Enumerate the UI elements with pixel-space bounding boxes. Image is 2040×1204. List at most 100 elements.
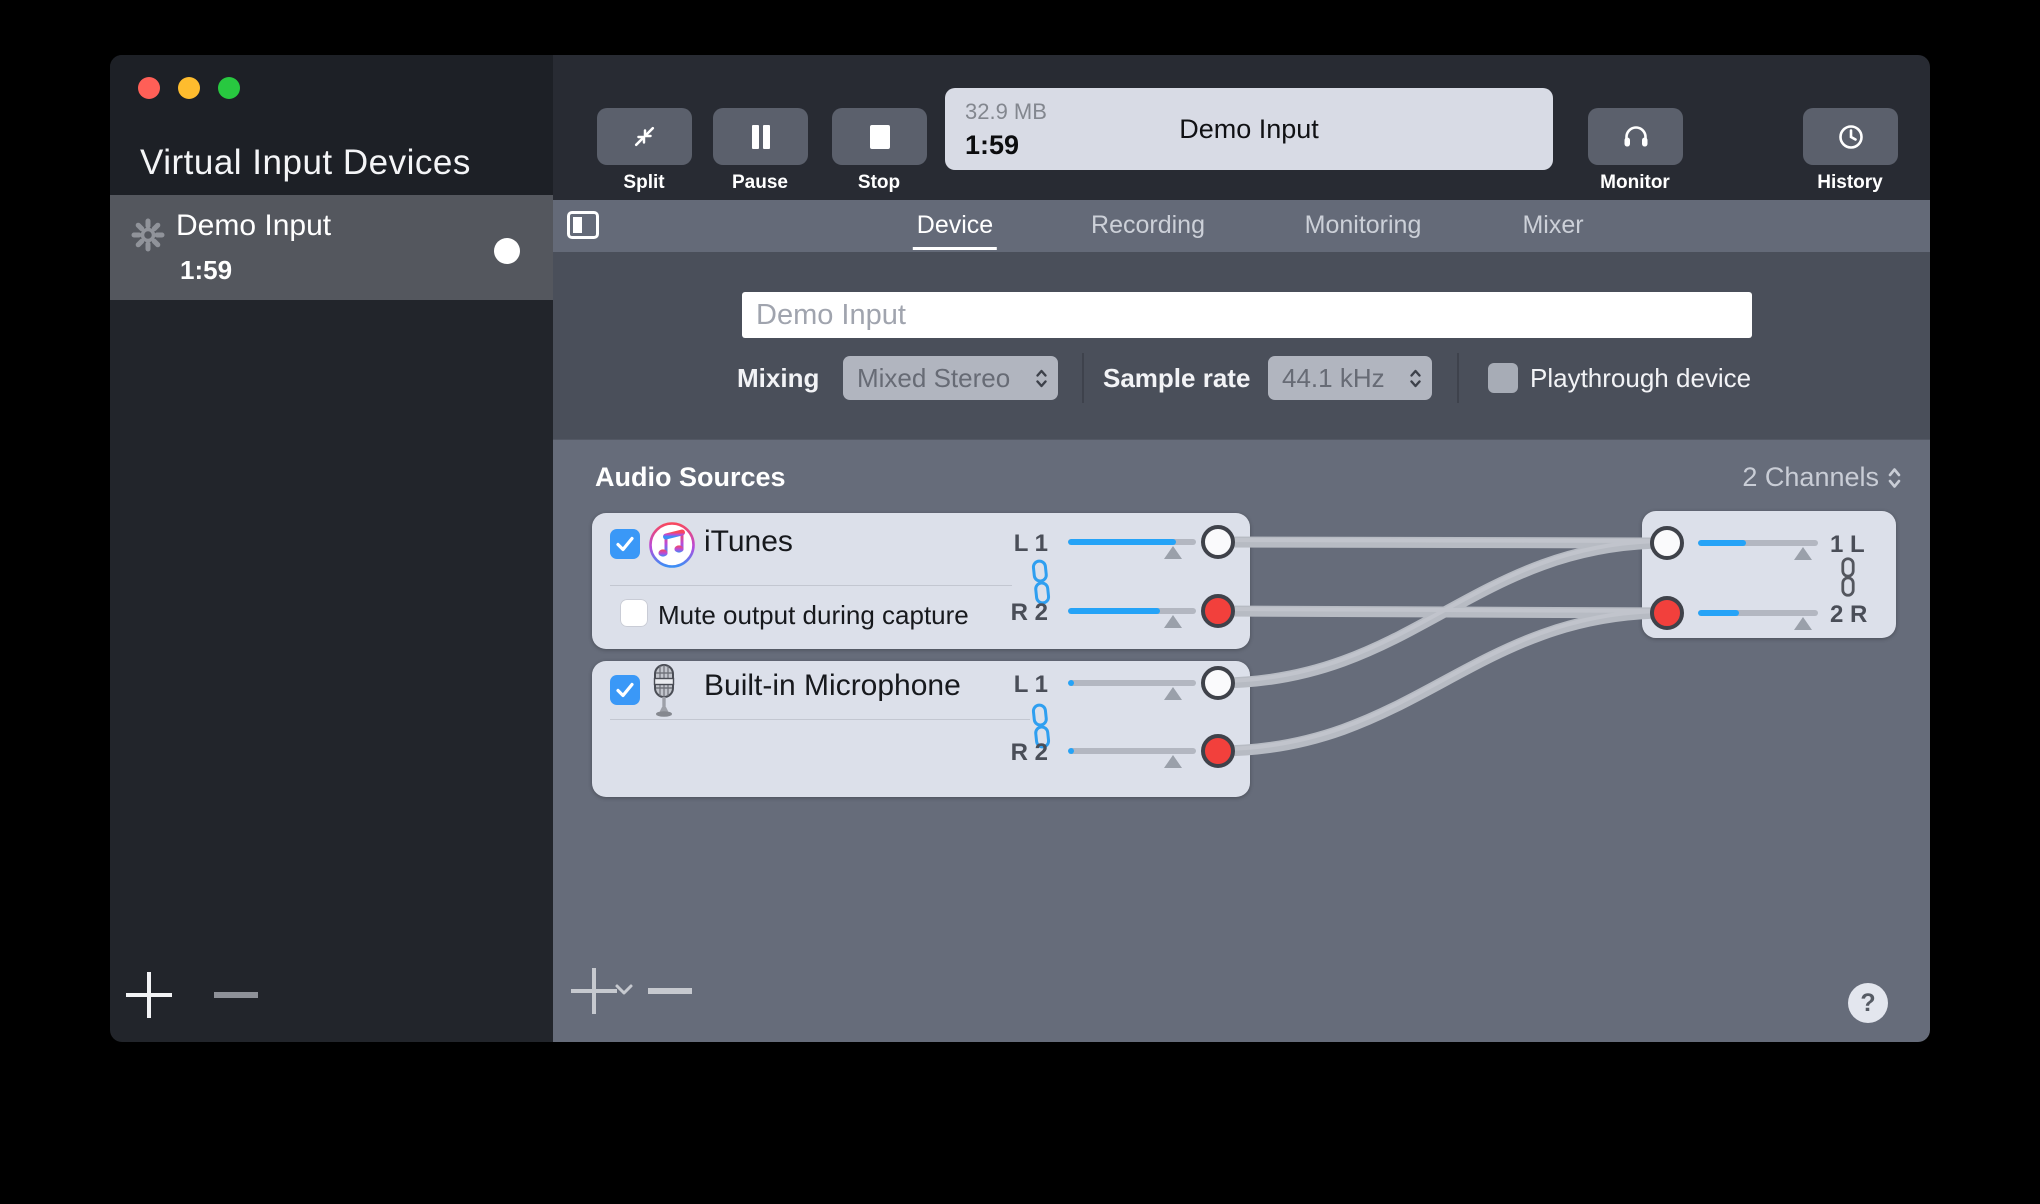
split-label: Split: [623, 172, 664, 194]
playthrough-checkbox[interactable]: [1488, 363, 1518, 393]
output-level-meter-right: [1698, 610, 1818, 616]
sidebar-header: Virtual Input Devices: [110, 55, 553, 195]
channel-left-label: L 1: [992, 530, 1048, 558]
add-device-button[interactable]: [126, 972, 172, 1018]
sample-rate-label: Sample rate: [1103, 356, 1250, 400]
stop-label: Stop: [858, 172, 900, 194]
volume-slider-thumb[interactable]: [1164, 546, 1182, 559]
playthrough-label: Playthrough device: [1530, 356, 1751, 400]
itunes-icon: [648, 521, 696, 569]
microphone-right-connector[interactable]: [1201, 734, 1235, 768]
clock-icon: [1837, 123, 1865, 151]
source-name: Built-in Microphone: [704, 669, 961, 703]
itunes-right-connector[interactable]: [1201, 594, 1235, 628]
chevron-down-icon[interactable]: [613, 982, 635, 996]
channel-right-label: R 2: [992, 599, 1048, 627]
monitor-button[interactable]: [1588, 108, 1683, 165]
tab-mixer[interactable]: Mixer: [1518, 209, 1587, 247]
volume-slider-thumb[interactable]: [1794, 547, 1812, 560]
output-left-connector[interactable]: [1650, 526, 1684, 560]
split-button[interactable]: [597, 108, 692, 165]
channel-count-value: 2 Channels: [1742, 462, 1879, 493]
close-window-button[interactable]: [138, 77, 160, 99]
stepper-chevrons-icon: [1887, 465, 1902, 491]
screenshot-stage: Virtual Input Devices Demo Input 1:59: [0, 0, 2040, 1204]
checkmark-icon: [615, 681, 635, 699]
app-window: Virtual Input Devices Demo Input 1:59: [110, 55, 1930, 1042]
monitor-label: Monitor: [1600, 172, 1670, 194]
microphone-enabled-checkbox[interactable]: [610, 675, 640, 705]
level-meter-left: [1068, 539, 1196, 545]
sample-rate-dropdown[interactable]: 44.1 kHz: [1268, 356, 1432, 400]
tab-bar: Device Recording Monitoring Mixer: [553, 200, 1930, 252]
audio-sources-area: Audio Sources 2 Channels: [553, 439, 1930, 1042]
source-card-itunes: iTunes Mute output during capture L 1 R …: [592, 513, 1250, 649]
history-button[interactable]: [1803, 108, 1898, 165]
tab-device[interactable]: Device: [913, 209, 997, 250]
level-meter-left: [1068, 680, 1196, 686]
level-meter-right: [1068, 748, 1196, 754]
help-button[interactable]: ?: [1848, 983, 1888, 1023]
zoom-window-button[interactable]: [218, 77, 240, 99]
main-panel: Split Pause Stop 32.9 MB 1:59: [553, 55, 1930, 1042]
itunes-enabled-checkbox[interactable]: [610, 529, 640, 559]
remove-source-button[interactable]: [648, 988, 692, 994]
window-title: Virtual Input Devices: [140, 143, 471, 183]
audio-sources-title: Audio Sources: [595, 462, 786, 493]
history-label: History: [1817, 172, 1882, 194]
output-right-connector[interactable]: [1650, 596, 1684, 630]
tab-monitoring[interactable]: Monitoring: [1301, 209, 1426, 247]
device-settings-panel: Mixing Mixed Stereo Sample rate 44.1 kHz: [553, 252, 1930, 439]
sample-rate-value: 44.1 kHz: [1282, 363, 1409, 394]
device-name-input[interactable]: [742, 292, 1752, 338]
mute-output-checkbox[interactable]: [620, 599, 648, 627]
source-card-microphone: Built-in Microphone L 1 R 2: [592, 661, 1250, 797]
mute-output-label: Mute output during capture: [658, 600, 969, 631]
divider: [610, 719, 1030, 720]
channel-left-label: L 1: [992, 671, 1048, 699]
add-source-button[interactable]: [571, 968, 617, 1014]
output-right-label: 2 R: [1830, 601, 1886, 629]
channel-count-stepper[interactable]: 2 Channels: [1742, 462, 1902, 493]
volume-slider-thumb[interactable]: [1164, 687, 1182, 700]
stepper-chevrons-icon: [1409, 367, 1422, 390]
output-left-label: 1 L: [1830, 531, 1886, 559]
microphone-icon: [650, 663, 678, 721]
pause-label: Pause: [732, 172, 788, 194]
remove-device-button[interactable]: [214, 992, 258, 998]
minimize-window-button[interactable]: [178, 77, 200, 99]
toolbar: Split Pause Stop 32.9 MB 1:59: [553, 55, 1930, 200]
volume-slider-thumb[interactable]: [1794, 617, 1812, 630]
mixing-value: Mixed Stereo: [857, 363, 1035, 394]
microphone-left-connector[interactable]: [1201, 666, 1235, 700]
volume-slider-thumb[interactable]: [1164, 615, 1182, 628]
divider: [610, 585, 1012, 586]
sidebar-item-demo-input[interactable]: Demo Input 1:59: [110, 195, 553, 300]
session-name: Demo Input: [176, 209, 331, 243]
headphones-icon: [1622, 123, 1650, 150]
sidebar: Virtual Input Devices Demo Input 1:59: [110, 55, 553, 1042]
divider: [1082, 353, 1084, 403]
checkmark-icon: [615, 535, 635, 553]
mixing-dropdown[interactable]: Mixed Stereo: [843, 356, 1058, 400]
itunes-left-connector[interactable]: [1201, 525, 1235, 559]
sidebar-toggle-icon[interactable]: [567, 211, 599, 239]
link-channels-icon[interactable]: [1838, 557, 1858, 597]
pause-button[interactable]: [713, 108, 808, 165]
recording-status-display[interactable]: 32.9 MB 1:59 Demo Input: [945, 88, 1553, 170]
recording-indicator-dot: [494, 238, 520, 264]
channel-right-label: R 2: [992, 739, 1048, 767]
volume-slider-thumb[interactable]: [1164, 755, 1182, 768]
pause-icon: [749, 124, 773, 150]
source-name: iTunes: [704, 525, 793, 559]
stop-icon: [868, 124, 892, 150]
mixing-label: Mixing: [737, 356, 819, 400]
divider: [1457, 353, 1459, 403]
tab-recording[interactable]: Recording: [1087, 209, 1209, 247]
gear-icon: [128, 215, 168, 255]
stop-button[interactable]: [832, 108, 927, 165]
session-elapsed-time: 1:59: [180, 255, 232, 286]
split-arrows-icon: [631, 123, 658, 150]
level-meter-right: [1068, 608, 1196, 614]
recording-session-title: Demo Input: [945, 114, 1553, 145]
